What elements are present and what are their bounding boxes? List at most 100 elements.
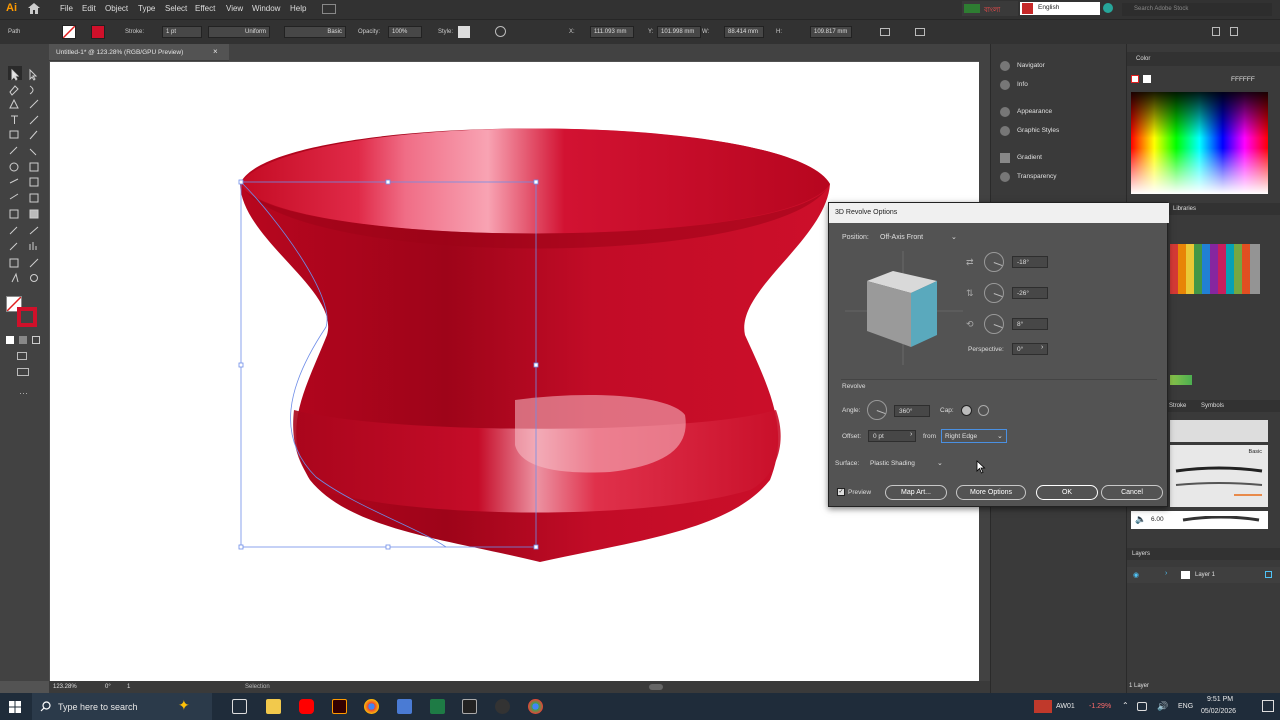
menu-type[interactable]: Type (138, 4, 155, 13)
cancel-button[interactable]: Cancel (1101, 485, 1163, 500)
height-field[interactable]: 109.817 mm (810, 26, 852, 38)
taskbar-search-box[interactable]: Type here to search ✦ (32, 693, 212, 720)
gradient-mode-icon[interactable] (19, 336, 27, 344)
from-select[interactable]: Right Edge ⌄ (941, 429, 1007, 443)
libraries-tab[interactable]: Libraries (1173, 206, 1196, 212)
youtube-icon[interactable] (299, 699, 314, 714)
dock-info[interactable]: Info (998, 77, 1118, 95)
y-rotation-dial[interactable] (984, 283, 1004, 303)
width-field[interactable]: 88.414 mm (724, 26, 764, 38)
color-fill-indicator[interactable] (1131, 75, 1139, 83)
chrome-icon[interactable] (364, 699, 379, 714)
menu-file[interactable]: File (60, 4, 73, 13)
offset-field[interactable]: 0 pt (868, 430, 916, 442)
zoom-level[interactable]: 123.28% (53, 684, 77, 690)
swatch-group-icon[interactable] (1170, 375, 1192, 385)
y-rotation-field[interactable]: -26° (1012, 287, 1048, 299)
offset-chevron-icon[interactable]: › (910, 431, 912, 438)
capcut-icon[interactable] (462, 699, 477, 714)
file-explorer-icon[interactable] (266, 699, 281, 714)
menu-view[interactable]: View (226, 4, 243, 13)
hex-field[interactable]: FFFFFF (1228, 74, 1260, 85)
language-indicator[interactable]: ENG (1178, 703, 1193, 710)
stroke-color-box[interactable] (17, 307, 37, 327)
tray-chevron-icon[interactable]: ⌃ (1122, 701, 1129, 710)
surface-select[interactable]: Plastic Shading ⌄ (867, 457, 947, 471)
windows-start-icon[interactable] (9, 701, 21, 713)
horizontal-scrollbar-thumb[interactable] (649, 684, 663, 690)
none-mode-icon[interactable] (32, 336, 40, 344)
close-tab-icon[interactable]: × (213, 47, 218, 56)
dock-navigator[interactable]: Navigator (998, 58, 1118, 76)
stock-widget-icon[interactable] (1034, 700, 1052, 713)
y-field[interactable]: 101.998 mm (657, 26, 701, 38)
layer-target-icon[interactable] (1265, 571, 1272, 578)
panel-options-icon[interactable] (1230, 27, 1238, 36)
clock-time[interactable]: 9:51 PM (1207, 696, 1233, 703)
track-cube[interactable] (845, 251, 967, 369)
obs-icon[interactable] (495, 699, 510, 714)
dialog-title-bar[interactable]: 3D Revolve Options (829, 203, 1169, 223)
brush-definition-select[interactable]: Basic (284, 26, 346, 38)
artboard-number[interactable]: 1 (127, 684, 130, 690)
brush-library-list[interactable]: Basic (1170, 445, 1268, 507)
color-stroke-indicator[interactable] (1143, 75, 1151, 83)
symbols-tab[interactable]: Symbols (1201, 403, 1224, 409)
selection-bounding-box[interactable] (236, 177, 542, 553)
style-swatch[interactable] (458, 26, 470, 38)
fill-swatch[interactable] (62, 25, 76, 39)
position-select[interactable]: Off-Axis Front ⌄ (877, 231, 961, 245)
dock-appearance[interactable]: Appearance (998, 104, 1118, 122)
more-options-button[interactable]: More Options (956, 485, 1026, 500)
color-mode-icon[interactable] (6, 336, 14, 344)
menu-object[interactable]: Object (105, 4, 128, 13)
stroke-profile-select[interactable]: Uniform (208, 26, 270, 38)
excel-icon[interactable] (430, 699, 445, 714)
visibility-eye-icon[interactable]: ◉ (1133, 571, 1139, 579)
layer-name[interactable]: Layer 1 (1195, 572, 1215, 578)
stroke-swatch[interactable] (91, 25, 105, 39)
x-field[interactable]: 111.093 mm (590, 26, 634, 38)
volume-icon[interactable]: 🔊 (1157, 701, 1168, 712)
rotation-value[interactable]: 0° (105, 684, 111, 690)
document-tab[interactable]: Untitled-1* @ 123.28% (RGB/GPU Preview) … (49, 44, 229, 61)
menu-window[interactable]: Window (252, 4, 280, 13)
brush-size-row[interactable]: 🔈 6.00 (1131, 511, 1268, 529)
isolate-icon[interactable] (915, 28, 925, 36)
dock-gradient[interactable]: Gradient (998, 150, 1118, 168)
transform-icon[interactable] (880, 28, 890, 36)
stroke-tab[interactable]: Stroke (1169, 403, 1186, 409)
map-art-button[interactable]: Map Art... (885, 485, 947, 500)
chevron-right-icon[interactable]: › (1041, 344, 1043, 351)
illustrator-taskbar-icon[interactable] (332, 699, 347, 714)
dock-transparency[interactable]: Transparency (998, 169, 1118, 187)
x-rotation-field[interactable]: -18° (1012, 256, 1048, 268)
clock-date[interactable]: 05/02/2026 (1201, 708, 1236, 715)
menu-help[interactable]: Help (290, 4, 306, 13)
recolor-icon[interactable] (495, 26, 506, 37)
color-spectrum[interactable] (1131, 92, 1268, 194)
screen-mode-icon[interactable] (17, 368, 29, 376)
x-rotation-dial[interactable] (984, 252, 1004, 272)
z-rotation-dial[interactable] (984, 314, 1004, 334)
dock-graphic-styles[interactable]: Graphic Styles (998, 123, 1118, 141)
notification-icon[interactable] (1262, 700, 1274, 712)
angle-dial[interactable] (867, 400, 887, 420)
draw-mode-icon[interactable] (17, 352, 27, 360)
input-language-select[interactable]: English (1020, 2, 1100, 15)
stroke-weight-field[interactable]: 1 pt (162, 26, 202, 38)
z-rotation-field[interactable]: 8° (1012, 318, 1048, 330)
layer-row[interactable]: ◉ › Layer 1 (1127, 567, 1280, 583)
opacity-field[interactable]: 100% (388, 26, 422, 38)
menu-effect[interactable]: Effect (195, 4, 215, 13)
language-chip[interactable]: বাংলা (962, 1, 1018, 16)
preview-checkbox[interactable]: ✓ (837, 488, 845, 496)
task-view-icon[interactable] (232, 699, 247, 714)
cap-on-icon[interactable] (961, 405, 972, 416)
angle-field[interactable]: 360° (894, 405, 930, 417)
home-icon[interactable] (28, 3, 40, 14)
panel-arrange-icon[interactable] (1212, 27, 1220, 36)
stock-search-input[interactable]: Search Adobe Stock (1122, 3, 1272, 16)
swatches-grid[interactable] (1170, 244, 1260, 294)
ok-button[interactable]: OK (1036, 485, 1098, 500)
